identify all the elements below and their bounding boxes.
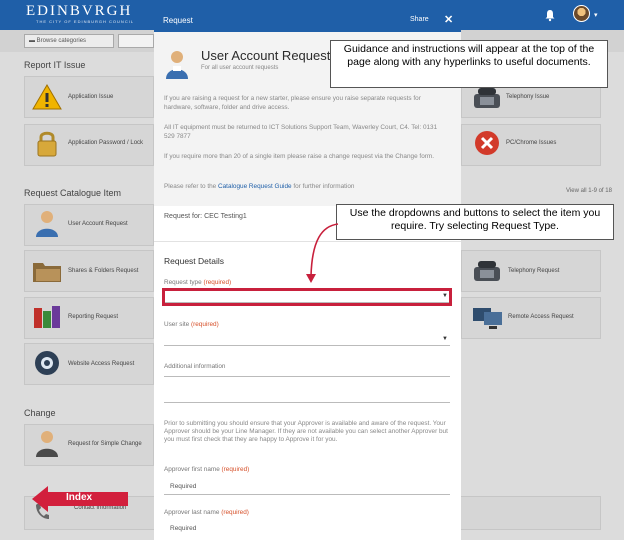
tile-label: Remote Access Request (508, 314, 574, 320)
request-type-label: Request type (required) (164, 279, 231, 286)
index-link[interactable]: Index (66, 492, 92, 503)
tile-label: Request for Simple Change (68, 441, 142, 447)
required-tag: (required) (221, 466, 250, 473)
request-catalogue-heading: Request Catalogue Item (24, 188, 122, 198)
tile-label: Website Access Request (68, 361, 135, 367)
folder-icon (33, 263, 61, 282)
user-site-label-text: User site (164, 321, 190, 328)
guide-text-prefix: Please refer to the (164, 183, 217, 190)
user-icon (36, 211, 58, 237)
user-avatar[interactable] (573, 5, 590, 22)
required-tag: (required) (191, 321, 219, 328)
site-logo-subtitle: THE CITY OF EDINBURGH COUNCIL (36, 19, 135, 24)
user-account-icon (166, 51, 188, 79)
additional-information-input[interactable] (164, 376, 450, 377)
web-globe-icon (35, 351, 59, 375)
approver-first-name-label-text: Approver first name (164, 466, 220, 473)
close-icon[interactable]: ✕ (444, 13, 453, 26)
site-logo[interactable]: EDINBVRGH (26, 3, 132, 20)
approver-first-name-underline (164, 494, 450, 495)
user-site-select[interactable]: ▼ (164, 334, 450, 346)
remote-computer-icon (473, 308, 502, 329)
folder-icon: ▬ (29, 38, 37, 44)
search-input[interactable] (118, 34, 154, 48)
additional-information-label: Additional information (164, 363, 226, 370)
telephone-icon (474, 261, 500, 281)
request-for-text: Request for: CEC Testing1 (164, 213, 247, 220)
catalogue-request-guide-link[interactable]: Catalogue Request Guide (218, 183, 292, 190)
guidance-paragraph: Please refer to the Catalogue Request Gu… (164, 182, 444, 191)
required-tag: (required) (221, 509, 249, 516)
error-icon (475, 131, 499, 155)
guide-text-suffix: for further information (293, 183, 355, 190)
user-icon (36, 431, 58, 457)
tile-label: Telephony Issue (506, 94, 550, 100)
browse-categories-label: Browse categories (36, 38, 87, 44)
reports-icon (34, 306, 60, 328)
approver-first-name-input[interactable]: Required (170, 483, 196, 490)
tile-label: Telephony Request (508, 268, 560, 274)
notifications-bell-icon[interactable] (543, 8, 557, 22)
request-type-label-text: Request type (164, 279, 202, 286)
tile-label: PC/Chrome Issues (506, 140, 557, 146)
approver-first-name-label: Approver first name (required) (164, 466, 249, 473)
request-type-highlight (162, 288, 452, 306)
tile-label: Application Password / Lock (68, 140, 144, 146)
tile-label: Shares & Folders Request (68, 268, 139, 274)
approver-last-name-input[interactable]: Required (170, 525, 196, 532)
tile-label: Application Issue (68, 94, 114, 100)
view-all-link[interactable]: View all 1-9 of 18 (566, 188, 612, 194)
approver-last-name-label-text: Approver last name (164, 509, 220, 516)
user-site-label: User site (required) (164, 321, 219, 328)
chevron-down-icon: ▼ (442, 336, 448, 342)
request-details-heading: Request Details (164, 256, 225, 266)
padlock-icon (37, 131, 57, 157)
warning-icon (32, 84, 62, 110)
guidance-paragraph: If you are raising a request for a new s… (164, 95, 421, 111)
approver-last-name-label: Approver last name (required) (164, 509, 249, 516)
callout-pointer-arrow-icon (306, 223, 339, 283)
item-subtitle: For all user account requests (201, 65, 279, 71)
tile-label: User Account Request (68, 221, 128, 227)
modal-title: Request (163, 16, 193, 25)
required-tag: (required) (203, 279, 232, 286)
browse-categories-button[interactable]: ▬ Browse categories (24, 34, 114, 48)
share-button[interactable]: Share (410, 16, 429, 23)
approver-guidance-text: Prior to submitting you should ensure th… (164, 420, 448, 443)
item-title: User Account Request (201, 48, 331, 63)
guidance-paragraph: If you require more than 20 of a single … (164, 153, 434, 160)
tile-label: Reporting Request (68, 314, 119, 320)
report-it-issue-heading: Report IT Issue (24, 60, 86, 70)
change-heading: Change (24, 408, 56, 418)
dropdowns-callout: Use the dropdowns and buttons to select … (336, 204, 614, 240)
guidance-callout: Guidance and instructions will appear at… (330, 40, 608, 88)
guidance-paragraph: All IT equipment must be returned to ICT… (164, 124, 438, 140)
chevron-down-icon[interactable]: ▾ (594, 11, 598, 19)
additional-information-input-line[interactable] (164, 402, 450, 403)
